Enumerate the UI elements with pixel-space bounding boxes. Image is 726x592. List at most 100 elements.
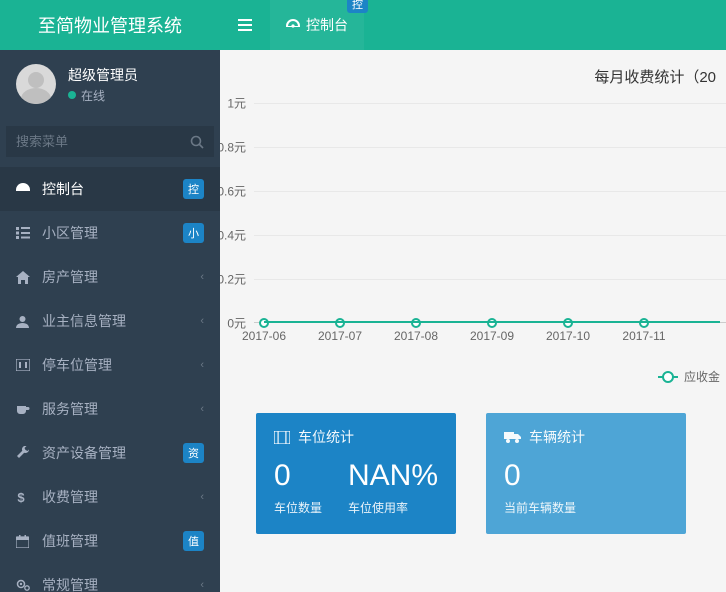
truck-icon (504, 431, 521, 443)
svg-text:$: $ (17, 490, 25, 504)
sidebar: 超级管理员 在线 控制台控小区管理小房产管理‹业主信息管理‹停车位管理‹服务管理… (0, 50, 220, 592)
nav-item[interactable]: 值班管理值 (0, 519, 220, 563)
stat-label: 车位使用率 (348, 499, 438, 516)
chevron-left-icon: ‹ (200, 579, 204, 591)
nav-item-label: 收费管理 (42, 487, 190, 507)
nav-item-label: 房产管理 (42, 267, 190, 287)
list-icon (16, 227, 32, 239)
status-dot-icon (68, 91, 76, 99)
card-header: 车位统计 (274, 427, 438, 447)
user-panel: 超级管理员 在线 (0, 50, 220, 118)
nav-item[interactable]: 资产设备管理资 (0, 431, 220, 475)
search-icon[interactable] (190, 135, 204, 149)
nav-item-label: 值班管理 (42, 531, 173, 551)
user-icon (16, 315, 32, 328)
nav-item-label: 停车位管理 (42, 355, 190, 375)
dollar-icon: $ (16, 490, 32, 504)
film-icon (274, 431, 290, 444)
main-content: 每月收费统计（20 0元0.2元0.4元0.6元0.8元1元2017-06201… (220, 50, 726, 592)
stat-card: 车辆统计 0 当前车辆数量 (486, 413, 686, 534)
stat-label: 当前车辆数量 (504, 499, 668, 516)
chart-legend: 应收金 (658, 368, 720, 385)
chart-point (335, 318, 345, 328)
chevron-left-icon: ‹ (200, 359, 204, 371)
nav-item[interactable]: 房产管理 ‹ (0, 255, 220, 299)
y-axis-tick: 0.4元 (220, 227, 246, 244)
chart-point (563, 318, 573, 328)
card-stats-row: 0 当前车辆数量 (504, 459, 668, 516)
nav-item-label: 资产设备管理 (42, 443, 173, 463)
hamburger-button[interactable] (220, 0, 270, 50)
nav-item[interactable]: 控制台控 (0, 167, 220, 211)
x-axis-tick: 2017-11 (622, 329, 665, 343)
active-tab[interactable]: 控制台 控 (270, 0, 364, 50)
chart-point (411, 318, 421, 328)
card-stat: 0 当前车辆数量 (504, 459, 668, 516)
chart-title: 每月收费统计（20 (220, 50, 726, 93)
wrench-icon (16, 446, 32, 460)
monthly-fee-chart: 0元0.2元0.4元0.6元0.8元1元2017-062017-072017-0… (254, 103, 714, 323)
nav-item-label: 小区管理 (42, 223, 173, 243)
card-title: 车辆统计 (529, 427, 585, 447)
stat-value: 0 (274, 459, 348, 493)
grid-line (254, 191, 726, 192)
legend-label: 应收金 (684, 368, 720, 385)
nav-item-label: 控制台 (42, 179, 173, 199)
x-axis-tick: 2017-10 (546, 329, 590, 343)
nav-item-badge: 资 (183, 443, 204, 463)
x-axis-tick: 2017-07 (318, 329, 362, 343)
nav-item[interactable]: 服务管理‹ (0, 387, 220, 431)
nav-item-badge: 小 (183, 223, 204, 243)
y-axis-tick: 0.2元 (220, 271, 246, 288)
legend-symbol-icon (658, 376, 678, 378)
stat-cards: 车位统计 0 车位数量NAN% 车位使用率 车辆统计 0 当前车辆数量 (220, 393, 726, 534)
chevron-left-icon: ‹ (200, 271, 204, 283)
x-axis-tick: 2017-06 (242, 329, 286, 343)
y-axis-tick: 0.6元 (220, 183, 246, 200)
search-box (6, 126, 214, 157)
calendar-icon (16, 535, 32, 548)
card-stat: NAN% 车位使用率 (348, 459, 438, 516)
active-tab-label: 控制台 (306, 15, 348, 35)
grid-line (254, 235, 726, 236)
topbar: 至简物业管理系统 控制台 控 (0, 0, 726, 50)
bars-icon (238, 19, 252, 31)
nav-item[interactable]: 停车位管理 ‹ (0, 343, 220, 387)
nav-item-badge: 值 (183, 531, 204, 551)
nav-item-label: 常规管理 (42, 575, 190, 592)
grid-line (254, 279, 726, 280)
stat-value: NAN% (348, 459, 438, 493)
card-stats-row: 0 车位数量NAN% 车位使用率 (274, 459, 438, 516)
coffee-icon (16, 403, 32, 415)
chevron-left-icon: ‹ (200, 491, 204, 503)
chart-line (264, 321, 720, 323)
chart-point (259, 318, 269, 328)
home-icon (16, 271, 32, 284)
chart-point (639, 318, 649, 328)
dashboard-icon (286, 19, 300, 31)
card-header: 车辆统计 (504, 427, 668, 447)
cogs-icon (16, 579, 32, 592)
nav-item[interactable]: $ 收费管理 ‹ (0, 475, 220, 519)
dashboard-icon (16, 183, 32, 195)
brand-title: 至简物业管理系统 (0, 0, 220, 50)
x-axis-tick: 2017-09 (470, 329, 514, 343)
chart-point (487, 318, 497, 328)
nav-item[interactable]: 业主信息管理‹ (0, 299, 220, 343)
sidebar-nav: 控制台控小区管理小房产管理‹业主信息管理‹停车位管理‹服务管理‹资产设备管理资$… (0, 167, 220, 592)
stat-label: 车位数量 (274, 499, 348, 516)
nav-item[interactable]: 常规管理 ‹ (0, 563, 220, 592)
y-axis-tick: 1元 (227, 95, 246, 112)
y-axis-tick: 0.8元 (220, 139, 246, 156)
nav-item[interactable]: 小区管理小 (0, 211, 220, 255)
user-status-text: 在线 (81, 87, 105, 104)
card-stat: 0 车位数量 (274, 459, 348, 516)
chart-wrap: 0元0.2元0.4元0.6元0.8元1元2017-062017-072017-0… (220, 103, 726, 393)
user-status: 在线 (68, 87, 138, 104)
stat-card: 车位统计 0 车位数量NAN% 车位使用率 (256, 413, 456, 534)
active-tab-badge: 控 (347, 0, 368, 13)
search-input[interactable] (6, 126, 214, 157)
stat-value: 0 (504, 459, 668, 493)
nav-item-badge: 控 (183, 179, 204, 199)
nav-item-label: 服务管理 (42, 399, 190, 419)
